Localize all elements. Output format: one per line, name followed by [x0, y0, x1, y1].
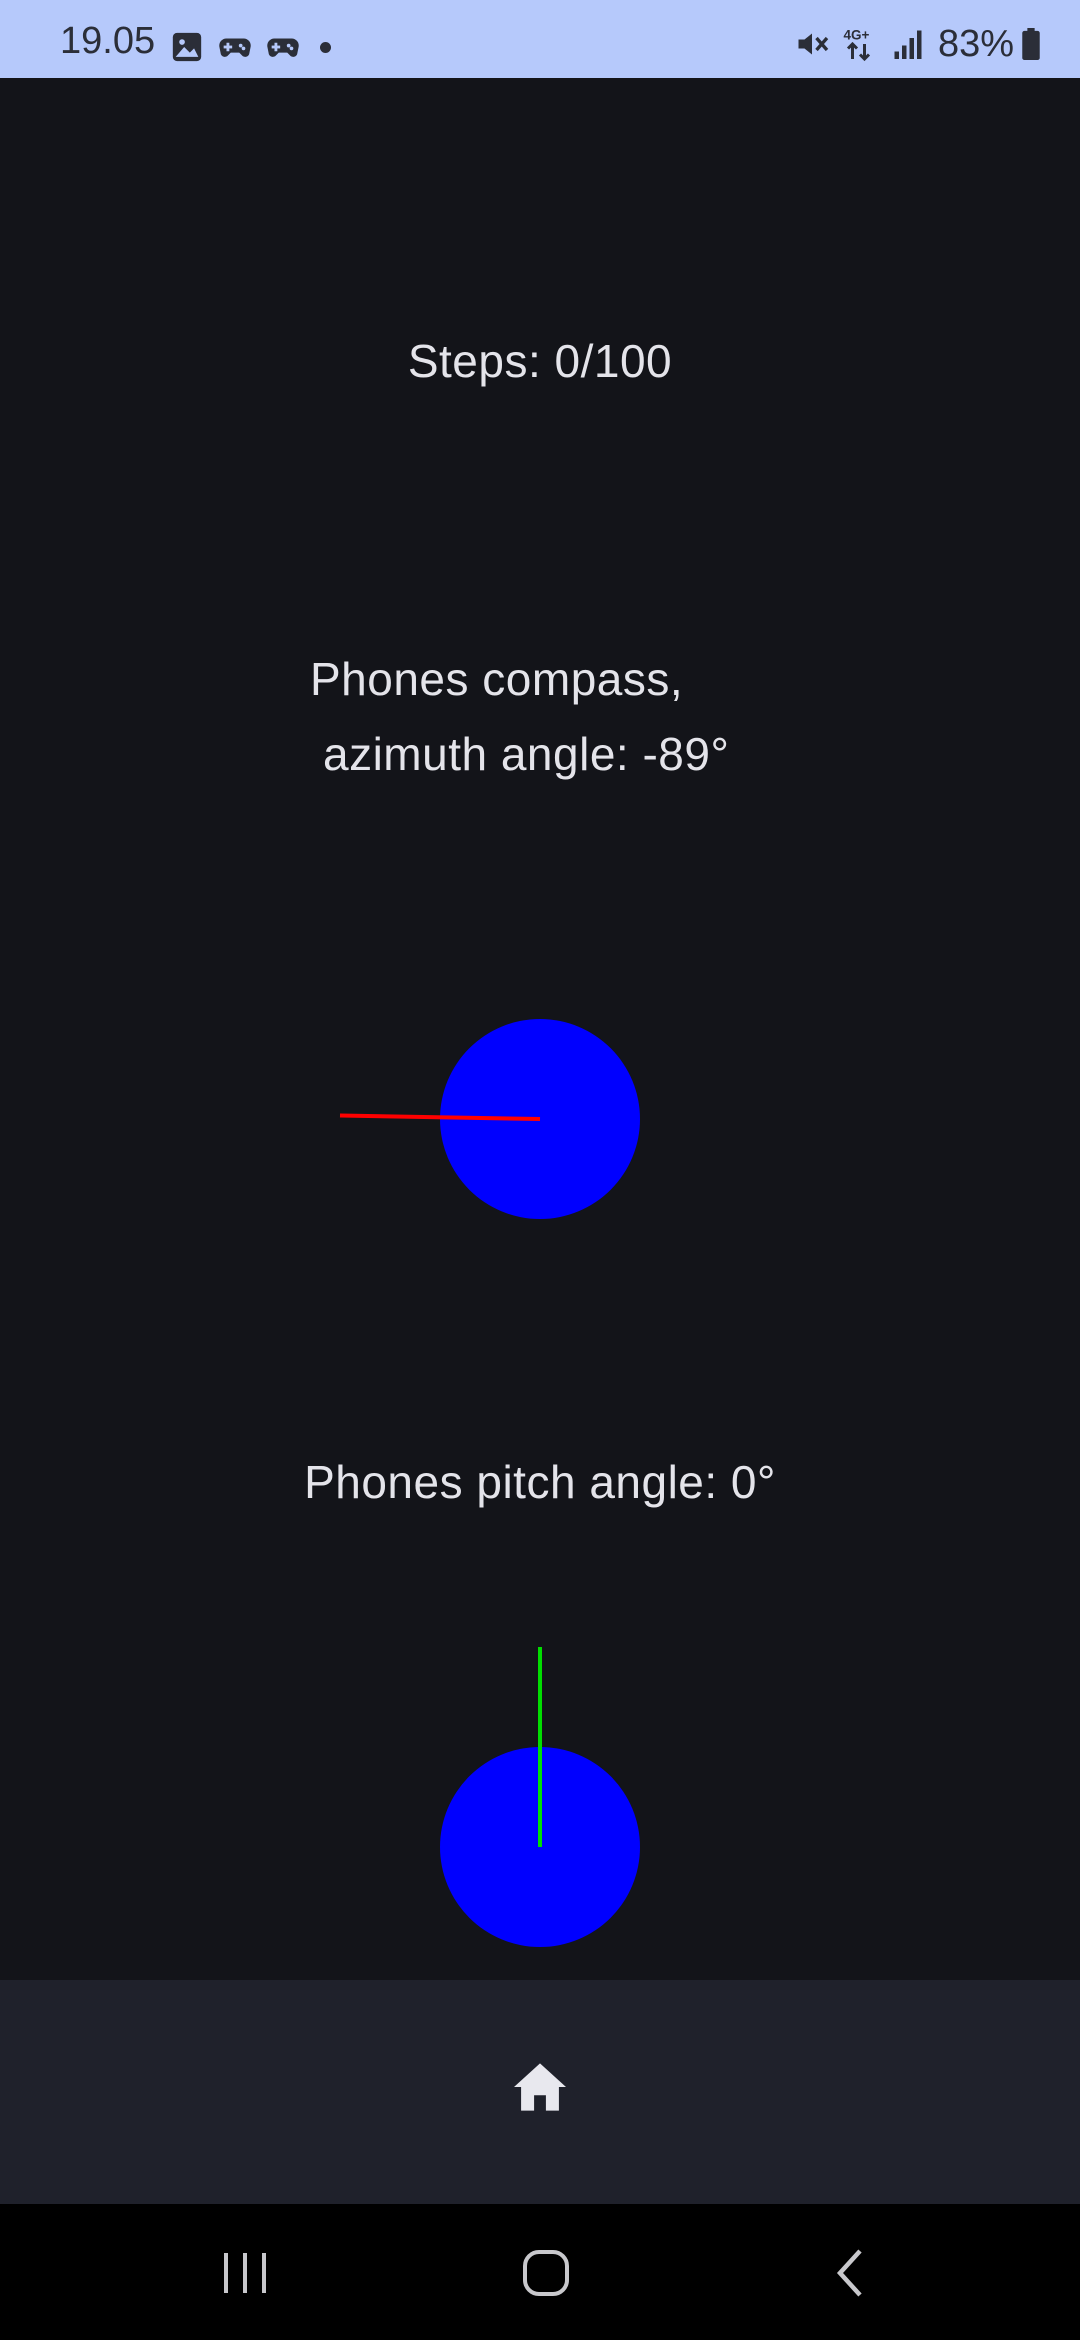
status-system-icons: 4G+ 83%: [794, 24, 1040, 64]
bottom-navigation-bar: [0, 1980, 1080, 2204]
status-bar: 19.05 4G+ 83%: [0, 0, 1080, 78]
mute-vibrate-icon: [798, 33, 829, 55]
gallery-icon: [172, 32, 202, 62]
steps-counter: Steps: 0/100: [407, 335, 673, 387]
home-icon: [514, 2063, 566, 2111]
status-time: 19.05: [60, 20, 156, 62]
back-button[interactable]: [815, 2238, 885, 2308]
notification-dot: [320, 41, 331, 53]
home-outline-icon: [523, 2250, 569, 2296]
game-controller-icon: [267, 38, 299, 57]
battery-percentage: 83%: [937, 23, 1014, 65]
recent-apps-button[interactable]: [210, 2238, 280, 2308]
app-screen: 19.05 4G+ 83% Steps: 0/100 Phones compas…: [0, 0, 1080, 2340]
compass-gauge: [0, 1010, 1080, 1230]
battery-icon: [1022, 28, 1040, 60]
compass-label-line1: Phones compass,: [310, 653, 684, 705]
status-notification-icons: [170, 30, 331, 64]
network-type-label: 4G+: [843, 28, 869, 43]
back-icon: [836, 2249, 862, 2297]
signal-bars-icon: [894, 30, 922, 59]
system-home-button[interactable]: [511, 2238, 581, 2308]
4g-plus-data-icon: 4G+: [843, 28, 870, 62]
system-navigation-bar: [0, 2204, 1080, 2340]
recent-apps-icon: [224, 2253, 266, 2293]
pitch-gauge: [0, 1640, 1080, 1960]
compass-azimuth-label: azimuth angle: -89°: [323, 728, 730, 780]
pitch-angle-label: Phones pitch angle: 0°: [304, 1456, 776, 1508]
game-controller-icon: [219, 38, 251, 57]
home-nav-button[interactable]: [505, 2052, 575, 2122]
